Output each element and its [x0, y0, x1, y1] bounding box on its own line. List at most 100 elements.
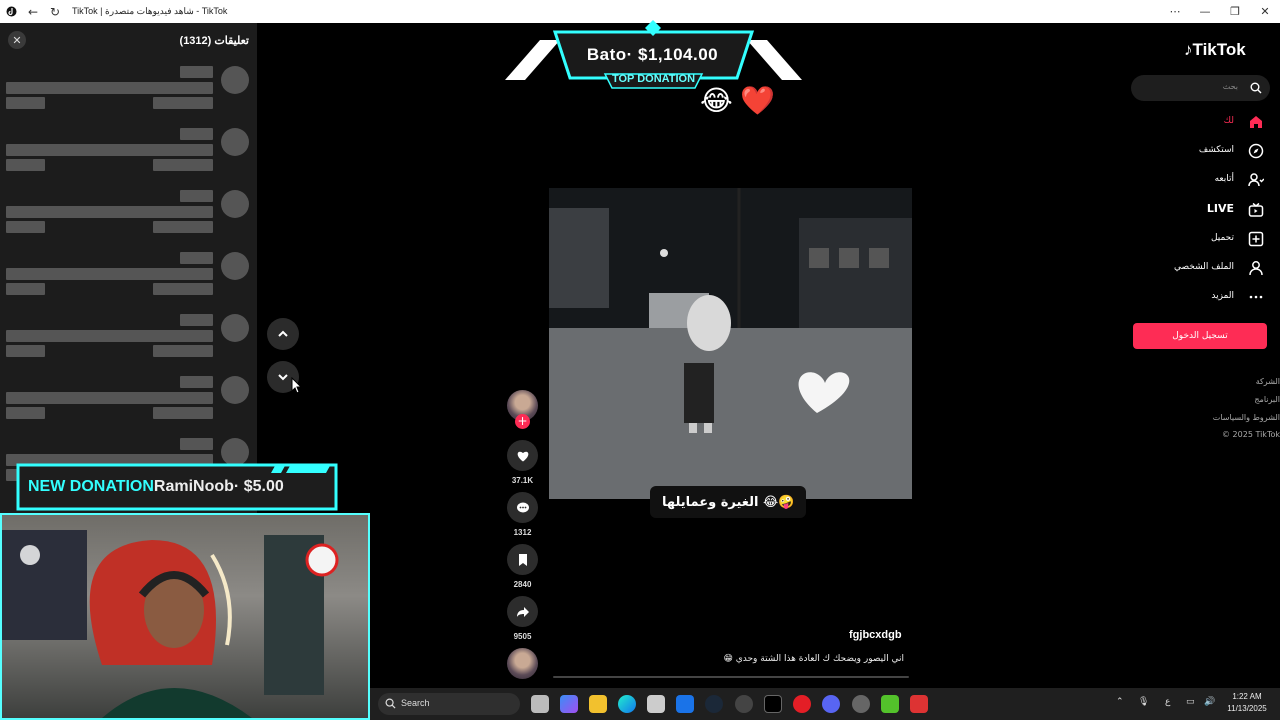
skeleton-line: [6, 159, 45, 171]
restore-icon[interactable]: ❐: [1220, 0, 1250, 23]
edge-icon[interactable]: [618, 695, 636, 713]
steam-icon[interactable]: [705, 695, 723, 713]
skeleton-line: [6, 144, 213, 156]
home-icon: [1247, 113, 1265, 131]
skeleton-avatar: [221, 66, 249, 94]
window-title: TikTok | شاهد فيديوهات متصدرة - TikTok: [72, 6, 228, 16]
skeleton-avatar: [221, 252, 249, 280]
sidebar-nav-label: لك: [1223, 116, 1234, 126]
chevron-up-icon: [278, 330, 288, 337]
video-frame[interactable]: [549, 188, 912, 499]
close-comments-button[interactable]: ✕: [8, 31, 26, 49]
skeleton-line: [180, 376, 213, 388]
opera-icon[interactable]: [793, 695, 811, 713]
skeleton-line: [180, 190, 213, 202]
skeleton-line: [153, 221, 213, 233]
skeleton-line: [153, 345, 213, 357]
skeleton-line: [6, 97, 45, 109]
skeleton-avatar: [221, 128, 249, 156]
task-view-icon[interactable]: [531, 695, 549, 713]
skeleton-line: [180, 66, 213, 78]
close-window-icon[interactable]: ✕: [1250, 0, 1280, 23]
share-arrow-icon: [516, 606, 529, 617]
menu-icon[interactable]: ⋯: [1160, 0, 1190, 23]
comment-count: 1312: [513, 528, 532, 537]
tiktok-logo[interactable]: ♪TikTok: [1184, 40, 1246, 60]
skeleton-avatar: [221, 376, 249, 404]
bookmark-icon: [518, 553, 527, 566]
sidebar-nav-label: تحميل: [1210, 232, 1234, 243]
network-icon[interactable]: ▭: [1186, 697, 1195, 707]
recorder-icon[interactable]: [910, 695, 928, 713]
like-button[interactable]: [507, 440, 538, 471]
app-icon: [0, 0, 22, 23]
profile-icon: [1247, 259, 1265, 277]
comment-icon: [516, 502, 529, 512]
skeleton-line: [6, 268, 213, 280]
skeleton-line: [6, 345, 45, 357]
sidebar-nav-label: LIVE: [1206, 201, 1234, 215]
taskbar-search-box[interactable]: [378, 693, 520, 715]
video-progress-bar[interactable]: [553, 676, 909, 678]
save-count: 2840: [513, 580, 532, 589]
skeleton-line: [6, 407, 45, 419]
streamer-webcam: [0, 513, 370, 720]
language-indicator[interactable]: ع: [1165, 697, 1170, 707]
save-button[interactable]: [507, 544, 538, 575]
skeleton-line: [153, 159, 213, 171]
footer-link-terms[interactable]: الشروط والسياسات: [1130, 413, 1280, 422]
microphone-icon[interactable]: 🎙: [1138, 697, 1149, 707]
skeleton-line: [153, 407, 213, 419]
skeleton-line: [6, 330, 213, 342]
share-button[interactable]: [507, 596, 538, 627]
laughing-emoji: 😂: [700, 84, 733, 117]
store-icon[interactable]: [647, 695, 665, 713]
mouse-cursor-icon: [291, 377, 303, 394]
4k-downloader-icon[interactable]: [735, 695, 753, 713]
obs-icon[interactable]: [852, 695, 870, 713]
clock-time: 1:22 AM: [1232, 692, 1262, 701]
follow-plus-icon[interactable]: +: [515, 414, 530, 429]
footer-link-company[interactable]: الشركة: [1130, 377, 1280, 386]
new-donation-label: NEW DONATION: [28, 478, 154, 495]
discord-icon[interactable]: [822, 695, 840, 713]
reload-icon[interactable]: ↻: [44, 0, 66, 23]
live-icon: [1247, 201, 1265, 219]
skeleton-line: [6, 392, 213, 404]
tiktok-taskbar-icon[interactable]: [764, 695, 782, 713]
chevron-down-icon: [278, 374, 288, 381]
streamlabs-icon[interactable]: [881, 695, 899, 713]
video-author[interactable]: fgjbcxdgb: [849, 629, 902, 641]
comment-button[interactable]: [507, 492, 538, 523]
minimize-icon[interactable]: —: [1190, 0, 1220, 23]
volume-icon[interactable]: 🔊: [1204, 697, 1215, 707]
file-explorer-icon[interactable]: [589, 695, 607, 713]
upload-icon: [1247, 230, 1265, 248]
search-icon[interactable]: [1250, 82, 1262, 94]
copilot-icon[interactable]: [560, 695, 578, 713]
sidebar-nav-label: أتابعه: [1214, 174, 1234, 185]
video-caption: الغيرة وعمايلها 😂🤪: [650, 486, 807, 518]
search-placeholder: بحث: [1222, 82, 1238, 91]
back-icon[interactable]: ←: [22, 0, 44, 23]
sidebar-nav-label: الملف الشخصي: [1174, 262, 1234, 272]
previous-video-button[interactable]: [267, 318, 299, 350]
new-donation-text: NEW DONATIONRamiNoob· $5.00: [28, 478, 284, 496]
skeleton-line: [180, 128, 213, 140]
following-icon: [1247, 171, 1265, 189]
more-icon: [1247, 288, 1265, 306]
tiktok-note-icon: ♪: [1184, 40, 1193, 59]
footer-link-program[interactable]: البرنامج: [1130, 395, 1280, 404]
skeleton-line: [6, 206, 213, 218]
outlook-icon[interactable]: [676, 695, 694, 713]
tray-chevron-icon[interactable]: ⌃: [1116, 697, 1124, 707]
sidebar-nav-label: المزيد: [1211, 291, 1234, 302]
login-button[interactable]: تسجيل الدخول: [1133, 323, 1267, 349]
share-count: 9505: [513, 632, 532, 641]
top-donation-amount: Bato· $1,104.00: [586, 45, 719, 64]
music-disc-avatar[interactable]: [507, 648, 538, 679]
taskbar-search-icon: [385, 698, 396, 709]
video-description: اني اليصور ويضحك ك العادة هذا الشتة وحدي…: [723, 654, 904, 664]
footer-copyright: © 2025 TikTok: [1222, 430, 1280, 439]
taskbar-clock[interactable]: 1:22 AM 11/13/2025: [1222, 691, 1272, 715]
